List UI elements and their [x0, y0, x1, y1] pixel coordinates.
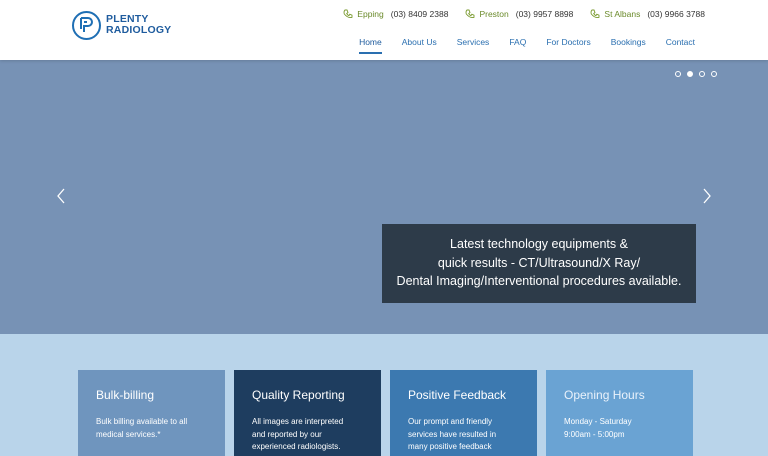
card-body-line: many positive feedback — [408, 442, 492, 451]
slider-dots — [675, 71, 717, 77]
hero-caption: Latest technology equipments & quick res… — [382, 224, 696, 303]
logo-line-2: RADIOLOGY — [106, 24, 172, 36]
phone-icon — [343, 9, 353, 18]
nav-services[interactable]: Services — [457, 37, 490, 54]
card-bulk-billing[interactable]: Bulk-billing Bulk billing available to a… — [78, 370, 225, 456]
phone-preston[interactable]: Preston (03) 9957 8898 — [465, 9, 573, 19]
caption-line: quick results - CT/Ultrasound/X Ray/ — [437, 255, 641, 270]
chevron-left-icon[interactable] — [56, 188, 66, 204]
card-body: Our prompt and friendly services have re… — [408, 416, 519, 454]
slider-dot-4[interactable] — [711, 71, 717, 77]
phone-st-albans[interactable]: St Albans (03) 9966 3788 — [590, 9, 705, 19]
slider-dot-3[interactable] — [699, 71, 705, 77]
phone-number: (03) 9957 8898 — [515, 9, 574, 19]
logo[interactable]: PLENTY RADIOLOGY — [72, 10, 171, 40]
card-body-line: 9:00am - 5:00pm — [564, 429, 625, 439]
card-body-line: All images are interpreted — [252, 417, 344, 426]
phone-list: Epping (03) 8409 2388 Preston (03) 9957 … — [343, 9, 705, 19]
card-quality-reporting[interactable]: Quality Reporting All images are interpr… — [234, 370, 381, 456]
nav-faq[interactable]: FAQ — [509, 37, 526, 54]
card-body-line: services have resulted in — [408, 429, 497, 439]
card-title: Positive Feedback — [408, 388, 507, 402]
card-opening-hours[interactable]: Opening Hours Monday - Saturday 9:00am -… — [546, 370, 693, 456]
nav-for-doctors[interactable]: For Doctors — [546, 37, 590, 54]
logo-icon — [72, 10, 101, 40]
slider-dot-1[interactable] — [675, 71, 681, 77]
nav-contact[interactable]: Contact — [666, 37, 695, 54]
nav-about-us[interactable]: About Us — [402, 37, 437, 54]
card-body-line: Monday - Saturday — [564, 417, 632, 426]
card-body-line: medical services.* — [96, 429, 161, 439]
card-body-line: Bulk billing available to all — [96, 417, 188, 426]
phone-icon — [590, 9, 600, 18]
card-title: Opening Hours — [564, 388, 645, 402]
card-positive-feedback[interactable]: Positive Feedback Our prompt and friendl… — [390, 370, 537, 456]
phone-location: Epping — [357, 9, 384, 19]
logo-text: PLENTY RADIOLOGY — [106, 14, 171, 36]
phone-number: (03) 8409 2388 — [390, 9, 449, 19]
card-body-line: Our prompt and friendly — [408, 417, 493, 426]
site-header: PLENTY RADIOLOGY Epping (03) 8409 2388 P… — [0, 0, 768, 60]
caption-line: Latest technology equipments & — [450, 237, 628, 251]
chevron-right-icon[interactable] — [702, 188, 712, 204]
phone-location: St Albans — [604, 9, 641, 19]
phone-epping[interactable]: Epping (03) 8409 2388 — [343, 9, 448, 19]
card-title: Bulk-billing — [96, 388, 155, 402]
slider-dot-2[interactable] — [687, 71, 693, 77]
phone-number: (03) 9966 3788 — [647, 9, 705, 19]
card-body-line: experienced radiologists. — [252, 442, 341, 451]
feature-cards: Bulk-billing Bulk billing available to a… — [78, 370, 693, 456]
card-body: Bulk billing available to all medical se… — [96, 416, 207, 441]
nav-home[interactable]: Home — [359, 37, 382, 54]
card-body: Monday - Saturday 9:00am - 5:00pm — [564, 416, 675, 441]
card-body: All images are interpreted and reported … — [252, 416, 363, 454]
nav-bookings[interactable]: Bookings — [611, 37, 646, 54]
hero-slider: Latest technology equipments & quick res… — [0, 60, 768, 334]
card-title: Quality Reporting — [252, 388, 345, 402]
main-nav: Home About Us Services FAQ For Doctors B… — [339, 37, 695, 54]
card-body-line: and reported by our — [252, 429, 322, 439]
phone-location: Preston — [479, 9, 509, 19]
phone-icon — [466, 9, 475, 18]
caption-line: Dental Imaging/Interventional procedures… — [396, 274, 682, 288]
